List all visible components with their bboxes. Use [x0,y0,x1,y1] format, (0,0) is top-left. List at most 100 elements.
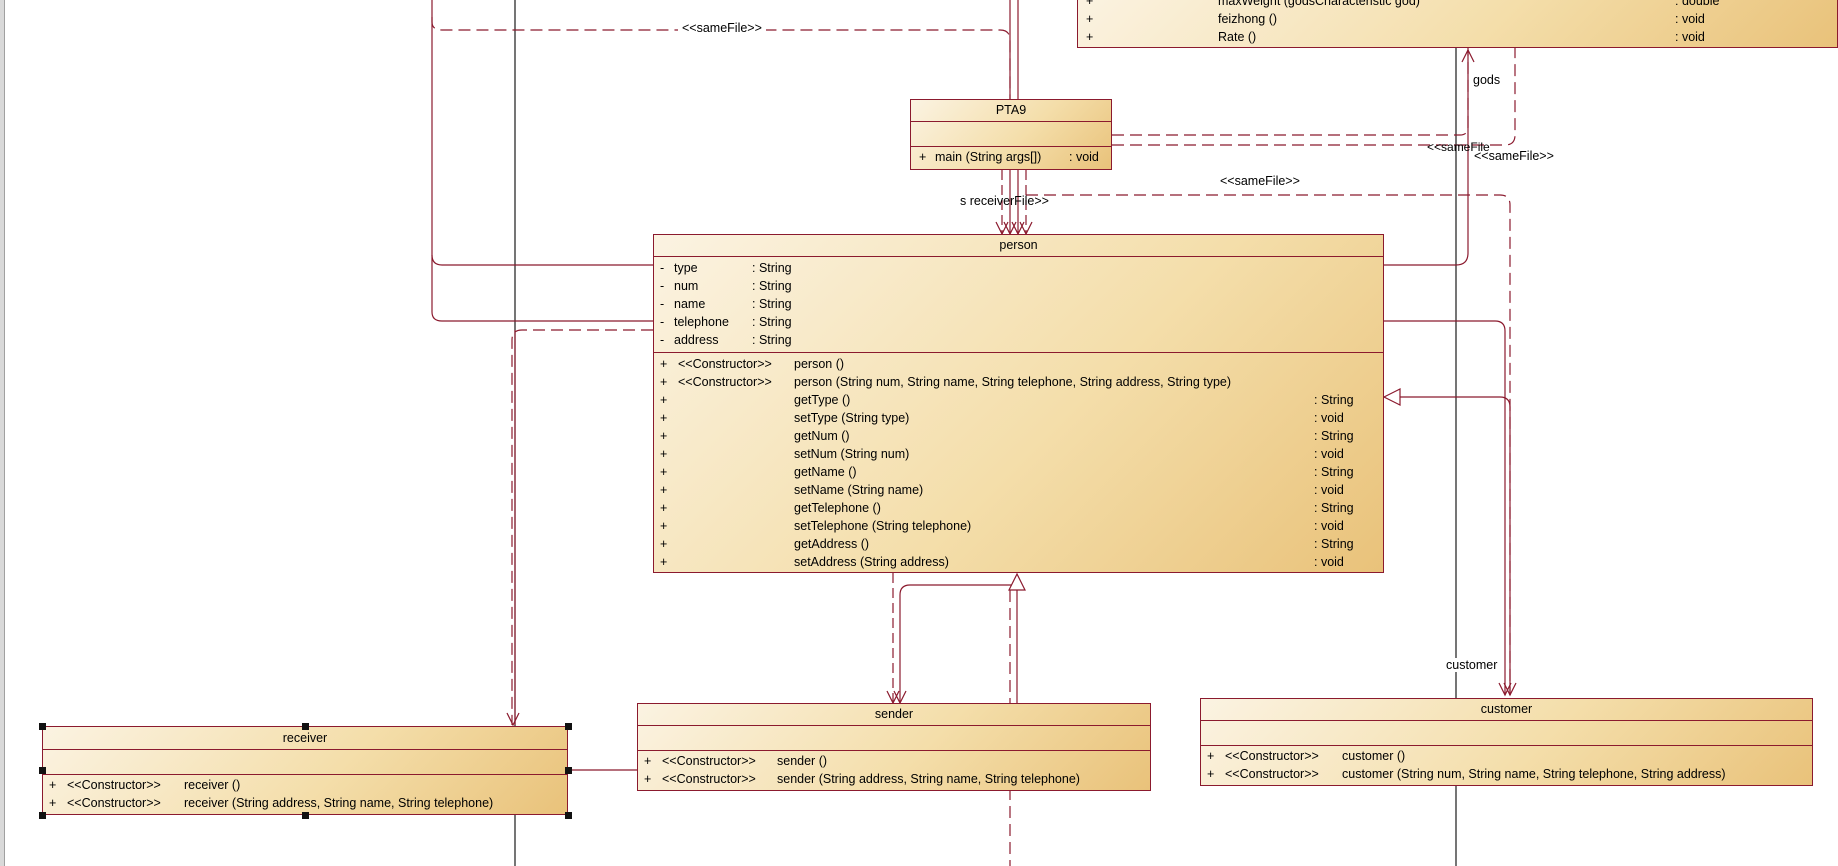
visibility: - [660,261,665,275]
member-name: sender (String address, String name, Str… [777,772,1080,786]
member-name: Rate () [1218,30,1257,44]
method-row: + setNum (String num): void [654,445,1383,463]
methods-section: + main (String args[]) : void [911,147,1111,170]
resize-handle[interactable] [302,812,309,819]
methods-section: + maxWeight (godsCharacteristic god) : d… [1078,0,1837,48]
stereotype: <<Constructor>> [662,772,756,786]
class-name: receiver [43,727,567,750]
attributes-section [1201,721,1812,746]
member-name: setNum (String num) [794,447,910,461]
resize-handle[interactable] [39,723,46,730]
class-gods-partial[interactable]: + maxWeight (godsCharacteristic god) : d… [1077,0,1838,48]
member-type: : String [1314,393,1354,407]
member-type: : String [752,315,792,329]
member-name: getNum () [794,429,850,443]
class-customer[interactable]: customer + <<Constructor>> customer () + <<… [1200,698,1813,786]
method-row: + <<Constructor>> person () [654,355,1383,373]
member-name: getType () [794,393,851,407]
association-role-customer: customer [1444,658,1500,672]
member-type: : void [1069,150,1099,164]
attribute-row: - name : String [654,295,1383,313]
member-name: receiver () [184,778,241,792]
visibility: + [644,772,652,786]
class-pta9[interactable]: PTA9 + main (String args[]) : void [910,99,1112,170]
member-name: telephone [674,315,729,329]
member-type: : String [752,279,792,293]
visibility: + [49,778,57,792]
resize-handle[interactable] [39,767,46,774]
method-row: + <<Constructor>> customer (String num, St… [1201,765,1812,783]
visibility: - [660,297,665,311]
member-name: name [674,297,706,311]
visibility: + [660,447,668,461]
method-row: + setAddress (String address) : void [654,553,1383,571]
member-type: : String [1314,537,1354,551]
attributes-section [43,750,567,775]
method-row: + <<Constructor>> sender () [638,752,1150,770]
visibility: + [660,555,668,569]
method-row: + <<Constructor>> person (String num, Stri… [654,373,1383,391]
attribute-row: - telephone : String [654,313,1383,331]
resize-handle[interactable] [302,723,309,730]
method-row: + feizhong () : void [1078,10,1837,28]
samefile-label: <<sameFile>> [678,21,766,35]
stereotype: <<Constructor>> [67,778,161,792]
visibility: + [1086,0,1094,8]
member-name: num [674,279,699,293]
member-type: : String [1314,501,1354,515]
method-row: + setTelephone (String telephone): void [654,517,1383,535]
visibility: + [660,501,668,515]
method-row: + getTelephone (): String [654,499,1383,517]
visibility: + [660,537,668,551]
attribute-row: - type: String [654,259,1383,277]
receiver-samefile-label: s receiverFile>> [960,194,1049,208]
association-role-gods: gods [1473,73,1501,87]
resize-handle[interactable] [39,812,46,819]
visibility: + [660,411,668,425]
class-receiver[interactable]: receiver + <<Constructor>> receiver () + <<… [42,726,568,815]
member-type: : void [1314,555,1344,569]
resize-handle[interactable] [565,767,572,774]
member-name: customer () [1342,749,1406,763]
member-name: getAddress () [794,537,870,551]
member-name: person (String num, String name, String … [794,375,1232,389]
stereotype: <<Constructor>> [678,375,772,389]
member-name: person () [794,357,845,371]
visibility: + [1086,12,1094,26]
class-sender[interactable]: sender + <<Constructor>> sender () + <<Cons… [637,703,1151,791]
method-row: + <<Constructor>> receiver () [43,776,567,794]
method-row: + <<Constructor>> receiver (String address… [43,794,567,812]
methods-section: + <<Constructor>> person () + <<Constructor… [654,353,1383,571]
methods-section: + <<Constructor>> receiver () + <<Construct… [43,775,567,814]
member-name: setAddress (String address) [794,555,949,569]
method-row: + setType (String type): void [654,409,1383,427]
class-name: PTA9 [911,100,1111,122]
visibility: + [919,150,927,164]
member-name: setType (String type) [794,411,910,425]
member-name: feizhong () [1218,12,1278,26]
member-type: : double [1675,0,1720,8]
visibility: + [660,357,668,371]
resize-handle[interactable] [565,723,572,730]
visibility: + [644,754,652,768]
member-name: getName () [794,465,857,479]
method-row: + <<Constructor>> sender (String address, … [638,770,1150,788]
attribute-row: - address: String [654,331,1383,349]
member-type: : String [752,297,792,311]
stereotype: <<Constructor>> [67,796,161,810]
resize-handle[interactable] [565,812,572,819]
visibility: - [660,315,665,329]
method-row: + getNum (): String [654,427,1383,445]
visibility: + [660,393,668,407]
visibility: + [1086,30,1094,44]
diagram-canvas[interactable]: + maxWeight (godsCharacteristic god) : d… [0,0,1838,866]
member-name: receiver (String address, String name, S… [184,796,494,810]
visibility: + [660,429,668,443]
samefile-label: <<sameFile>> [1474,149,1554,163]
class-person[interactable]: person - type: String - num: String - name:… [653,234,1384,573]
class-name: customer [1201,699,1812,721]
method-row: + <<Constructor>> customer () [1201,747,1812,765]
stereotype: <<Constructor>> [1225,749,1319,763]
member-name: customer (String num, String name, Strin… [1342,767,1726,781]
visibility: + [660,465,668,479]
